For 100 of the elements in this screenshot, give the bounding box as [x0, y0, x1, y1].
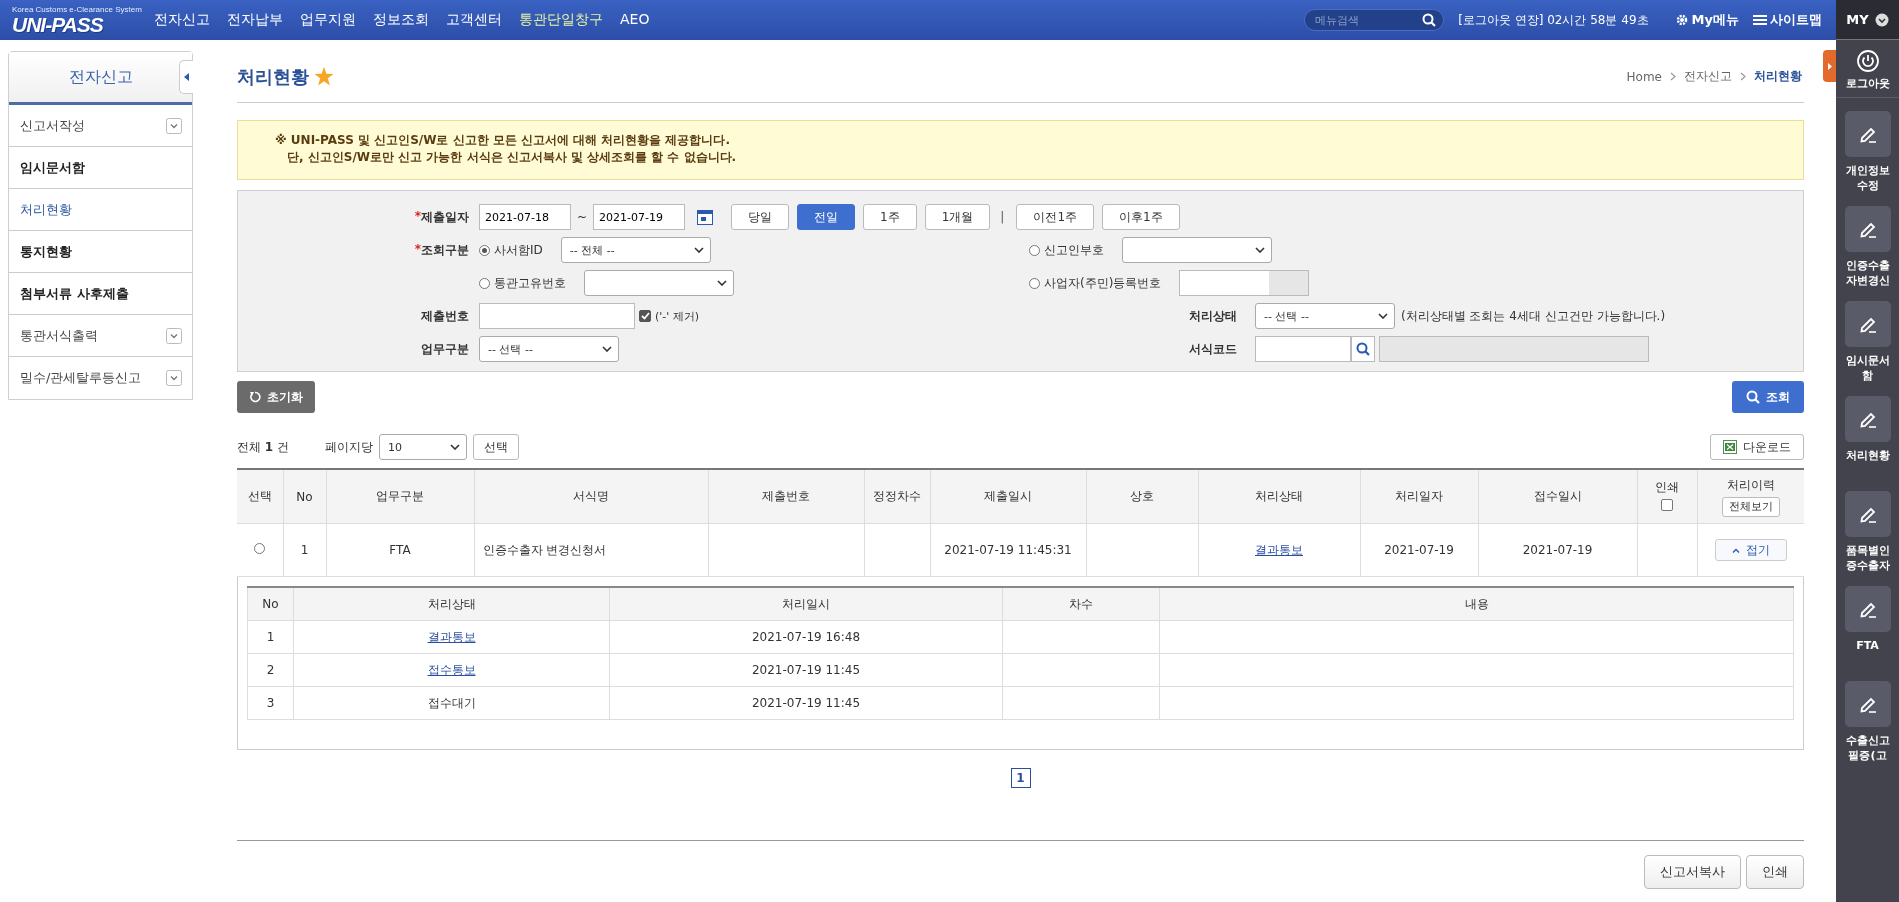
logo-tagline: Korea Customs e-Clearance System	[12, 4, 140, 14]
shortcut-label: 수출신고필증(고	[1844, 733, 1891, 763]
table-cell: 1	[300, 543, 309, 557]
sidebar-item[interactable]: 임시문서함	[9, 147, 192, 189]
session-timer[interactable]: [로그아웃 연장] 02시간 58분 49초	[1458, 11, 1649, 29]
chevron-down-icon	[166, 327, 182, 344]
nav-link[interactable]: 통관단일창구	[519, 11, 603, 29]
dropdown[interactable]: -- 전체 --	[560, 237, 711, 263]
my-button[interactable]: MY	[1836, 0, 1899, 40]
checkbox[interactable]	[1661, 499, 1673, 511]
status-link[interactable]: 접수통보	[427, 662, 476, 677]
view-all-button[interactable]: 전체보기	[1721, 496, 1780, 517]
chevron-down-icon	[166, 117, 182, 134]
required-mark: *	[414, 241, 421, 258]
action-button[interactable]: 신고서복사	[1644, 855, 1741, 889]
dropdown[interactable]: -- 선택 --	[479, 336, 619, 362]
search-icon	[1746, 390, 1760, 404]
field-label: 처리상태	[1189, 307, 1237, 325]
checkbox[interactable]	[639, 310, 651, 322]
radio-button[interactable]	[479, 244, 490, 256]
shortcut-button[interactable]	[1844, 111, 1891, 157]
period-button[interactable]: 전일	[797, 204, 856, 230]
status-link[interactable]: 결과통보	[1255, 542, 1303, 557]
breadcrumb-link[interactable]: Home	[1626, 69, 1662, 84]
radio-label[interactable]: 신고인부호	[1044, 241, 1104, 259]
shortcut-button[interactable]	[1844, 301, 1891, 347]
sidebar-item[interactable]: 밀수/관세탈루등신고	[9, 357, 192, 399]
input-field[interactable]	[479, 303, 635, 329]
dropdown[interactable]: -- 선택 --	[1255, 303, 1395, 329]
logo[interactable]: UNI-PASS	[12, 13, 103, 36]
search-button[interactable]	[1351, 336, 1375, 362]
radio-label[interactable]: 사서함ID	[494, 241, 543, 259]
collapse-tab[interactable]	[179, 60, 193, 94]
column-header: 접수일시	[1478, 469, 1637, 524]
shortcut-button[interactable]	[1844, 206, 1891, 252]
dropdown[interactable]	[1122, 237, 1272, 263]
table-cell: 인증수출자 변경신청서	[482, 542, 607, 557]
table-cell: FTA	[389, 543, 411, 557]
period-button[interactable]: 1주	[863, 204, 917, 230]
shortcut-button[interactable]	[1844, 586, 1891, 632]
download-button[interactable]: 다운로드	[1710, 434, 1804, 460]
period-button[interactable]: 이후1주	[1102, 204, 1180, 230]
status-link[interactable]: 결과통보	[427, 629, 476, 644]
radio-label[interactable]: 통관고유번호	[494, 274, 566, 292]
nav-link[interactable]: 정보조회	[373, 11, 429, 29]
collapse-button[interactable]: 접기	[1714, 539, 1787, 561]
breadcrumb-link[interactable]: 처리현황	[1754, 68, 1802, 85]
nav-link[interactable]: 고객센터	[446, 11, 502, 29]
required-mark: *	[414, 208, 421, 225]
radio-button[interactable]	[1029, 244, 1040, 256]
table-cell: 2021-07-19 11:45:31	[944, 543, 1072, 557]
total-count: 전체 1 건	[237, 438, 289, 456]
nav-link[interactable]: AEO	[620, 11, 650, 29]
sidebar-item[interactable]: 통지현황	[9, 231, 192, 273]
action-button[interactable]: 인쇄	[1746, 855, 1804, 889]
checkbox-label[interactable]: ('-' 제거)	[655, 308, 700, 324]
nav-link[interactable]: 전자신고	[154, 11, 210, 29]
table-cell: 2021-07-19	[1384, 543, 1454, 557]
input-field[interactable]: 2021-07-19	[593, 204, 686, 230]
reset-button[interactable]: 초기화	[237, 381, 315, 413]
period-button[interactable]: 1개월	[924, 204, 991, 230]
shortcut-button[interactable]	[1844, 681, 1891, 727]
sidebar-item[interactable]: 처리현황	[9, 189, 192, 231]
field-label: 업무구분	[421, 340, 469, 358]
search-field[interactable]: 메뉴검색	[1304, 9, 1445, 31]
sitemap-link[interactable]: 사이트맵	[1753, 11, 1822, 29]
input-field[interactable]	[1255, 336, 1351, 362]
caret-right-icon	[1827, 62, 1832, 70]
expand-tab[interactable]	[1823, 50, 1836, 82]
my-menu-link[interactable]: My메뉴	[1674, 11, 1739, 29]
shortcut-label: 인증수출자변경신	[1844, 258, 1891, 288]
dropdown[interactable]	[584, 270, 734, 296]
radio-button[interactable]	[254, 543, 266, 554]
table-cell: 2021-07-19 16:48	[751, 630, 861, 644]
notice-text: ※ UNI-PASS 및 신고인S/W로 신고한 모든 신고서에 대해 처리현황을 제공합니다.	[275, 132, 732, 149]
radio-button[interactable]	[1029, 277, 1040, 289]
input-field[interactable]: 2021-07-18	[479, 204, 571, 230]
sidebar-item[interactable]: 첨부서류 사후제출	[9, 273, 192, 315]
breadcrumb-link[interactable]: 전자신고	[1684, 68, 1732, 85]
shortcut-button[interactable]	[1844, 491, 1891, 537]
sidebar-item[interactable]: 통관서식출력	[9, 315, 192, 357]
input-field[interactable]	[1379, 336, 1649, 362]
sidebar-item[interactable]: 신고서작성	[9, 105, 192, 147]
apply-button[interactable]: 선택	[473, 434, 519, 460]
period-button[interactable]: 이전1주	[1016, 204, 1095, 230]
nav-link[interactable]: 전자납부	[227, 11, 283, 29]
shortcut-button[interactable]	[1844, 396, 1891, 442]
column-header: 제출일시	[930, 469, 1086, 524]
column-header: 상호	[1086, 469, 1198, 524]
search-button[interactable]: 조회	[1732, 381, 1804, 413]
chevron-right-icon	[1740, 72, 1746, 81]
caret-icon	[1378, 313, 1388, 319]
radio-label[interactable]: 사업자(주민)등록번호	[1044, 274, 1162, 292]
page-link[interactable]: 1	[1010, 768, 1031, 788]
period-button[interactable]: 당일	[731, 204, 790, 230]
dropdown[interactable]: 10	[379, 434, 467, 460]
radio-button[interactable]	[479, 277, 490, 289]
spreadsheet-icon	[1723, 440, 1737, 454]
nav-link[interactable]: 업무지원	[300, 11, 356, 29]
column-header: 정정차수	[864, 469, 930, 524]
